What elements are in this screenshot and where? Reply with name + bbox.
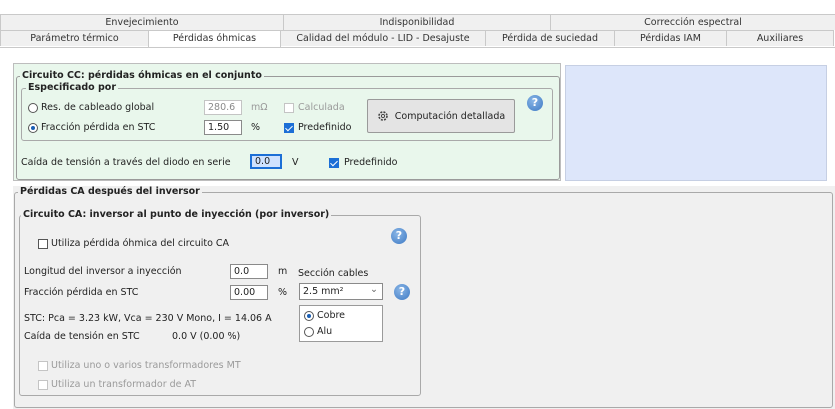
use-ohmic-label: Utiliza pérdida óhmica del circuito CA bbox=[51, 238, 230, 249]
res-global-label: Res. de cableado global bbox=[41, 102, 155, 113]
aluminum-radio[interactable] bbox=[304, 327, 314, 337]
ac-fraction-label: Fracción pérdida en STC bbox=[24, 287, 139, 298]
fraction-label: Fracción pérdida en STC bbox=[41, 122, 156, 133]
tab-parametro-termico[interactable]: Parámetro térmico bbox=[0, 30, 149, 46]
ac-circuit-title: Circuito CA: inversor al punto de inyecc… bbox=[21, 209, 332, 220]
dc-group: Circuito CC: pérdidas óhmicas en el conj… bbox=[16, 70, 560, 180]
mt-label: Utiliza uno o varios transformadores MT bbox=[51, 360, 241, 371]
ac-help-icon-1[interactable]: ? bbox=[391, 228, 407, 244]
section-select[interactable]: 2.5 mm² ⌄ bbox=[299, 283, 383, 300]
res-global-input[interactable]: 280.6 bbox=[204, 100, 242, 115]
tab-perdidas-ohmicas[interactable]: Pérdidas óhmicas bbox=[148, 30, 281, 47]
diode-default-checkbox[interactable] bbox=[329, 158, 339, 168]
length-label: Longitud del inversor a inyección bbox=[24, 266, 182, 277]
copper-radio[interactable] bbox=[304, 311, 314, 321]
dc-help-icon[interactable]: ? bbox=[527, 95, 543, 111]
conductor-group: Cobre Alu bbox=[299, 305, 383, 342]
dc-panel: Circuito CC: pérdidas óhmicas en el conj… bbox=[13, 63, 561, 181]
detailed-computation-button[interactable]: Computación detallada bbox=[367, 99, 515, 133]
dc-title: Circuito CC: pérdidas óhmicas en el conj… bbox=[20, 70, 264, 81]
at-checkbox[interactable] bbox=[38, 380, 48, 390]
diode-unit: V bbox=[292, 157, 299, 168]
drop-value: 0.0 V (0.00 %) bbox=[172, 331, 241, 342]
fraction-input[interactable]: 1.50 bbox=[204, 120, 242, 135]
side-info-panel bbox=[565, 65, 827, 181]
mt-checkbox[interactable] bbox=[38, 361, 48, 371]
res-global-radio[interactable] bbox=[28, 103, 38, 113]
section-select-value: 2.5 mm² bbox=[303, 286, 344, 297]
ac-panel: Pérdidas CA después del inversor Circuit… bbox=[13, 186, 835, 409]
length-input[interactable]: 0.0 bbox=[230, 264, 268, 279]
diode-default-label: Predefinido bbox=[344, 157, 398, 168]
aluminum-label: Alu bbox=[317, 326, 333, 337]
specified-title: Especificado por bbox=[26, 82, 119, 93]
ac-title: Pérdidas CA después del inversor bbox=[18, 186, 202, 197]
copper-label: Cobre bbox=[317, 310, 346, 321]
use-ohmic-checkbox[interactable] bbox=[38, 239, 48, 249]
fraction-unit: % bbox=[251, 122, 261, 133]
tab-auxiliares[interactable]: Auxiliares bbox=[726, 30, 834, 46]
ac-circuit-group: Circuito CA: inversor al punto de inyecc… bbox=[19, 209, 421, 396]
tab-indisponibilidad[interactable]: Indisponibilidad bbox=[283, 14, 551, 30]
fraction-radio[interactable] bbox=[28, 123, 38, 133]
default-checkbox[interactable] bbox=[284, 123, 294, 133]
stc-line: STC: Pca = 3.23 kW, Vca = 230 V Mono, I … bbox=[24, 313, 272, 324]
tab-envejecimiento[interactable]: Envejecimiento bbox=[0, 14, 284, 30]
tab-row-bottom: Parámetro térmico Pérdidas óhmicas Calid… bbox=[0, 30, 835, 47]
tab-row-top: Envejecimiento Indisponibilidad Correcci… bbox=[0, 14, 835, 30]
chevron-down-icon: ⌄ bbox=[370, 284, 378, 295]
section-label: Sección cables bbox=[298, 268, 369, 279]
tab-correccion-espectral[interactable]: Corrección espectral bbox=[550, 14, 835, 30]
ac-fraction-unit: % bbox=[278, 287, 288, 298]
drop-label: Caída de tensión en STC bbox=[24, 331, 140, 342]
at-label: Utiliza un transformador de AT bbox=[51, 379, 197, 390]
calculated-checkbox[interactable] bbox=[284, 103, 294, 113]
tab-perdidas-iam[interactable]: Pérdidas IAM bbox=[614, 30, 727, 46]
default-label: Predefinido bbox=[298, 122, 352, 133]
diode-input[interactable]: 0.0 bbox=[250, 154, 282, 169]
ac-group: Pérdidas CA después del inversor Circuit… bbox=[14, 186, 833, 408]
gear-icon bbox=[377, 111, 388, 121]
tab-calidad-modulo[interactable]: Calidad del módulo - LID - Desajuste bbox=[280, 30, 486, 46]
diode-label: Caída de tensión a través del diodo en s… bbox=[21, 157, 231, 168]
detailed-computation-label: Computación detallada bbox=[394, 110, 506, 122]
length-unit: m bbox=[278, 266, 288, 277]
specified-group: Especificado por Res. de cableado global… bbox=[21, 82, 553, 141]
res-global-unit: mΩ bbox=[251, 102, 268, 113]
ac-fraction-input[interactable]: 0.00 bbox=[230, 285, 268, 300]
ac-help-icon-2[interactable]: ? bbox=[394, 284, 410, 300]
calculated-label: Calculada bbox=[298, 102, 345, 113]
tab-perdida-suciedad[interactable]: Pérdida de suciedad bbox=[485, 30, 615, 46]
